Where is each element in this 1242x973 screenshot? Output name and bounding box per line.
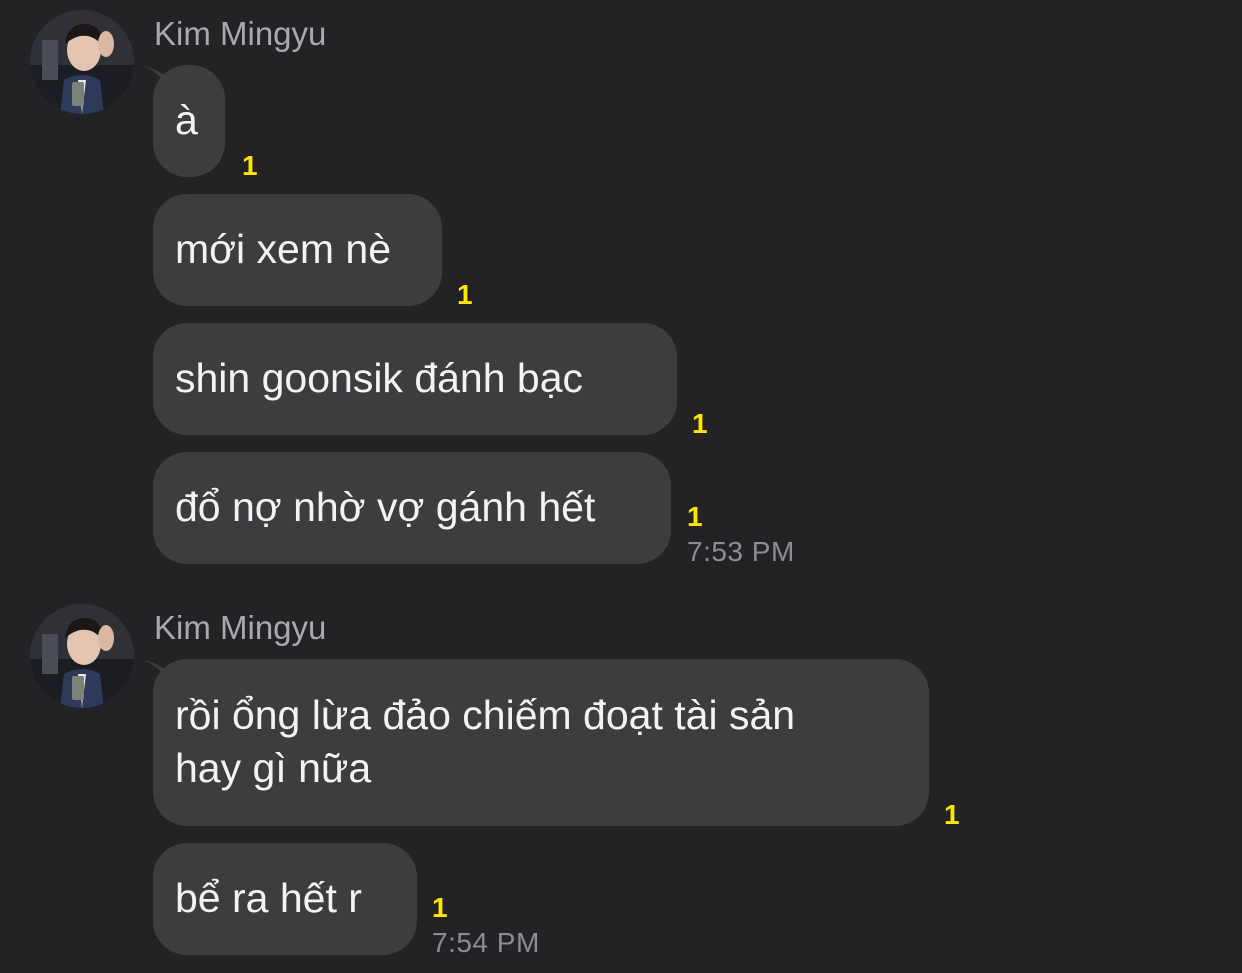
unread-count: 1: [432, 892, 448, 923]
message-timestamp: 7:53 PM: [687, 536, 795, 567]
message-bubble[interactable]: à: [153, 65, 225, 177]
unread-count: 1: [242, 150, 258, 181]
message-bubble[interactable]: đổ nợ nhờ vợ gánh hết: [153, 452, 671, 564]
sender-name: Kim Mingyu: [154, 609, 327, 646]
message-line: rồi ổng lừa đảo chiếm đoạt tài sản: [175, 692, 796, 738]
message-bubble[interactable]: rồi ổng lừa đảo chiếm đoạt tài sản hay g…: [153, 659, 929, 826]
message-text: rồi ổng lừa đảo chiếm đoạt tài sản hay g…: [153, 659, 929, 826]
sender-avatar[interactable]: [30, 604, 134, 708]
message-text: đổ nợ nhờ vợ gánh hết: [153, 452, 671, 564]
message-line: hay gì nữa: [175, 745, 372, 791]
unread-count: 1: [944, 799, 960, 830]
message-text: shin goonsik đánh bạc: [153, 323, 677, 435]
message-text: à: [153, 65, 225, 177]
message-bubble[interactable]: shin goonsik đánh bạc: [153, 323, 677, 435]
unread-count: 1: [457, 279, 473, 310]
unread-count: 1: [687, 501, 703, 532]
message-text: bể ra hết r: [153, 843, 417, 955]
sender-avatar[interactable]: [30, 10, 134, 114]
message-text: mới xem nè: [153, 194, 442, 306]
message-bubble[interactable]: mới xem nè: [153, 194, 442, 306]
message-timestamp: 7:54 PM: [432, 927, 540, 958]
message-bubble[interactable]: bể ra hết r: [153, 843, 417, 955]
sender-name: Kim Mingyu: [154, 15, 327, 52]
unread-count: 1: [692, 408, 708, 439]
